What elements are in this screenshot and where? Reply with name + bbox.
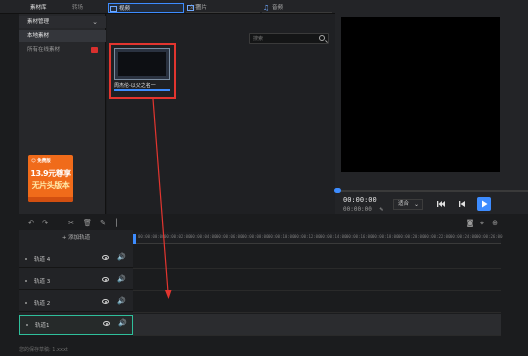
track-dot-icon: [25, 302, 27, 304]
track-label: 轨道 2: [34, 301, 51, 307]
track-row[interactable]: 轨道 4 🔊: [19, 250, 133, 268]
promo-logo: ☺ 免费版: [31, 159, 51, 164]
marker-icon[interactable]: ▏: [115, 219, 123, 227]
sidebar-item-label: 所有在线素材: [27, 47, 61, 53]
ruler-tick-label: 00:00:26:00: [476, 234, 503, 239]
ruler-tick-label: 00:00:16:00: [346, 234, 373, 239]
category-tab-image[interactable]: 图片: [186, 3, 260, 13]
ruler-tick-label: 00:00:22:00: [424, 234, 451, 239]
category-label: 图片: [196, 5, 208, 11]
eye-icon[interactable]: [103, 321, 110, 326]
total-timecode-value: 00:00:00: [343, 206, 372, 213]
zoom-fit-label: 适合: [398, 201, 410, 207]
total-timecode: 00:00:00 ✎: [343, 206, 383, 213]
chevron-down-icon: ⌄: [413, 201, 419, 208]
ruler-tick-label: 00:00:06:00: [216, 234, 243, 239]
music-note-icon: ♫: [263, 4, 270, 12]
track-label: 轨道1: [35, 323, 50, 329]
search-box: [249, 33, 329, 44]
snapshot-icon[interactable]: ◙: [466, 219, 474, 227]
volume-icon[interactable]: 🔊: [118, 319, 127, 327]
volume-icon[interactable]: 🔊: [117, 275, 126, 283]
clip-selected-bar: [114, 89, 170, 91]
sidebar-item-label: 本地素材: [27, 33, 50, 39]
preview-progress-handle[interactable]: [334, 188, 341, 193]
eye-icon[interactable]: [102, 299, 109, 304]
timeline-lane[interactable]: [133, 269, 501, 291]
chevron-down-icon: ⌄: [92, 18, 98, 26]
redo-icon[interactable]: ↷: [41, 219, 49, 227]
ruler-tick-label: 00:00:24:00: [450, 234, 477, 239]
promo-footer-strip: [28, 197, 73, 202]
previous-frame-button[interactable]: [456, 198, 468, 210]
edit-pencil-icon[interactable]: ✎: [380, 206, 384, 213]
edit-pen-icon[interactable]: ✎: [99, 219, 107, 227]
media-clip-item[interactable]: 周杰伦-以父之名一: [114, 48, 170, 94]
track-dot-icon: [26, 324, 28, 326]
location-icon[interactable]: ⌖: [478, 219, 486, 227]
timeline-lane-selected[interactable]: [133, 314, 501, 336]
category-label: 音频: [272, 5, 284, 11]
promo-price-text: 13.9元尊享: [30, 169, 71, 178]
ruler-tick-label: 00:00:04:00: [190, 234, 217, 239]
ruler-tick-label: 00:00:20:00: [398, 234, 425, 239]
clip-thumbnail: [114, 48, 170, 80]
skip-to-start-button[interactable]: [435, 198, 447, 210]
track-row[interactable]: 轨道 3 🔊: [19, 272, 133, 290]
track-row[interactable]: 轨道 2 🔊: [19, 294, 133, 312]
playhead[interactable]: [133, 234, 136, 244]
category-label: 视频: [119, 6, 131, 12]
preview-progress-track[interactable]: [335, 190, 528, 192]
promo-banner[interactable]: ☺ 免费版 13.9元尊享 无片头版本: [28, 155, 73, 202]
track-label: 轨道 3: [34, 279, 51, 285]
track-row-selected[interactable]: 轨道1 🔊: [19, 315, 133, 335]
status-footer: 您的保存草稿: 1.xxxt: [19, 347, 68, 353]
timeline-lane[interactable]: [133, 247, 501, 269]
sidebar-item-online[interactable]: 所有在线素材: [19, 44, 106, 56]
tab-media-library[interactable]: 素材库: [30, 3, 47, 11]
ruler-tick-label: 00:00:14:00: [320, 234, 347, 239]
new-badge-icon: [91, 47, 98, 53]
clip-name: 周杰伦-以父之名一: [114, 83, 156, 89]
eye-icon[interactable]: [102, 255, 109, 260]
zoom-fit-select[interactable]: 适合 ⌄: [393, 199, 423, 210]
category-tab-audio[interactable]: ♫ 音频: [262, 3, 332, 13]
eye-icon[interactable]: [102, 277, 109, 282]
search-icon[interactable]: [319, 35, 325, 41]
volume-icon[interactable]: 🔊: [117, 297, 126, 305]
volume-icon[interactable]: 🔊: [117, 253, 126, 261]
preview-screen: [341, 17, 500, 172]
image-icon: [187, 5, 194, 11]
timeline-lane[interactable]: [133, 291, 501, 313]
ruler-tick-label: 00:00:12:00: [294, 234, 321, 239]
track-label: 轨道 4: [34, 257, 51, 263]
cut-icon[interactable]: ✂: [67, 219, 75, 227]
material-manage-label: 素材管理: [27, 19, 50, 25]
ruler-tick-label: 00:00:18:00: [372, 234, 399, 239]
category-tab-video[interactable]: 视频: [108, 3, 184, 13]
delete-icon[interactable]: 🗑: [83, 219, 92, 227]
track-dot-icon: [25, 280, 27, 282]
play-button[interactable]: [477, 197, 491, 211]
undo-icon[interactable]: ↶: [27, 219, 35, 227]
step-back-icon: [459, 201, 465, 207]
ruler-tick-label: 00:00:08:00: [242, 234, 269, 239]
track-dot-icon: [25, 258, 27, 260]
play-icon: [482, 200, 488, 208]
sidebar-item-local[interactable]: 本地素材: [19, 30, 106, 42]
material-manage-header[interactable]: 素材管理 ⌄: [19, 16, 106, 28]
tab-transitions[interactable]: 转场: [72, 3, 83, 11]
ruler-tick-label: 00:00:10:00: [268, 234, 295, 239]
promo-feature-text: 无片头版本: [31, 181, 70, 190]
video-icon: [110, 6, 117, 12]
add-track-button[interactable]: + 添加轨道: [19, 232, 133, 244]
search-input[interactable]: [253, 35, 317, 43]
ruler-tick-label: 00:00:00:00: [138, 234, 165, 239]
current-timecode: 00:00:00: [343, 196, 377, 204]
skip-start-icon: [437, 201, 445, 207]
ruler-tick-label: 00:00:02:00: [164, 234, 191, 239]
zoom-icon[interactable]: ⊕: [491, 219, 499, 227]
